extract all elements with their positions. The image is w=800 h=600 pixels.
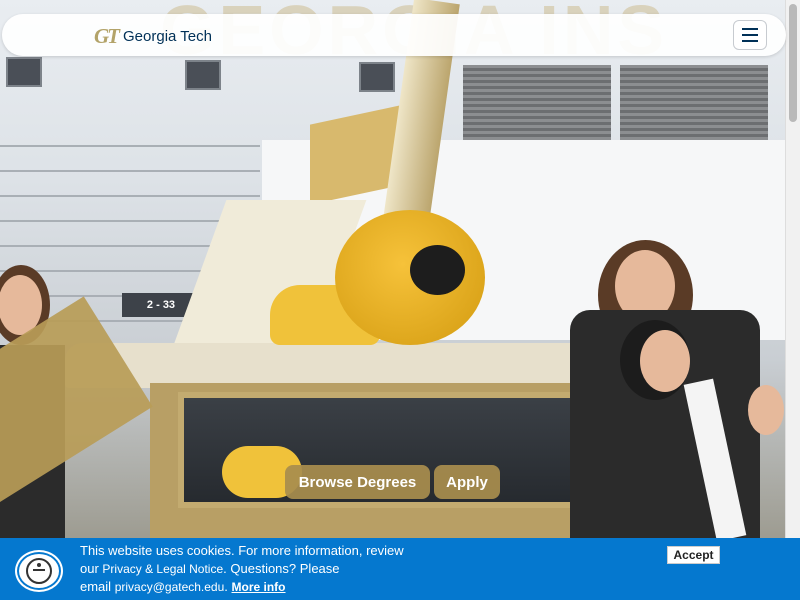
privacy-email[interactable]: privacy@gatech.edu <box>115 580 225 594</box>
hero-image: GEORGIA INS 2 - 33 <box>0 0 786 600</box>
privacy-legal-notice-link[interactable]: Privacy & Legal Notice <box>102 562 223 576</box>
more-info-link[interactable]: More info <box>232 580 286 594</box>
cookie-message: This website uses cookies. For more info… <box>80 543 404 594</box>
menu-button[interactable] <box>733 20 767 50</box>
browse-degrees-button[interactable]: Browse Degrees <box>285 465 430 499</box>
apply-button[interactable]: Apply <box>434 465 500 499</box>
car-roof <box>65 343 630 388</box>
stadium-window <box>6 57 42 87</box>
page-scrollbar[interactable] <box>785 0 800 600</box>
accessibility-icon <box>26 558 52 584</box>
stadium-vent <box>463 65 611 145</box>
accessibility-button[interactable] <box>17 552 61 590</box>
spectator-face <box>748 385 784 435</box>
stadium-window <box>359 62 395 92</box>
stadium-window <box>185 60 221 90</box>
site-header: GT Georgia Tech <box>2 14 786 56</box>
mascot-eye <box>410 245 465 295</box>
georgia-tech-logo[interactable]: GT Georgia Tech <box>94 24 212 49</box>
logo-text: Georgia Tech <box>123 28 212 45</box>
stadium-vent <box>620 65 768 145</box>
gt-logo-mark: GT <box>94 24 120 48</box>
graduate-face <box>640 330 690 392</box>
hamburger-menu-icon <box>742 28 758 30</box>
cookie-banner: This website uses cookies. For more info… <box>0 538 800 600</box>
scrollbar-thumb[interactable] <box>789 4 797 122</box>
accept-cookies-button[interactable]: Accept <box>667 546 720 564</box>
